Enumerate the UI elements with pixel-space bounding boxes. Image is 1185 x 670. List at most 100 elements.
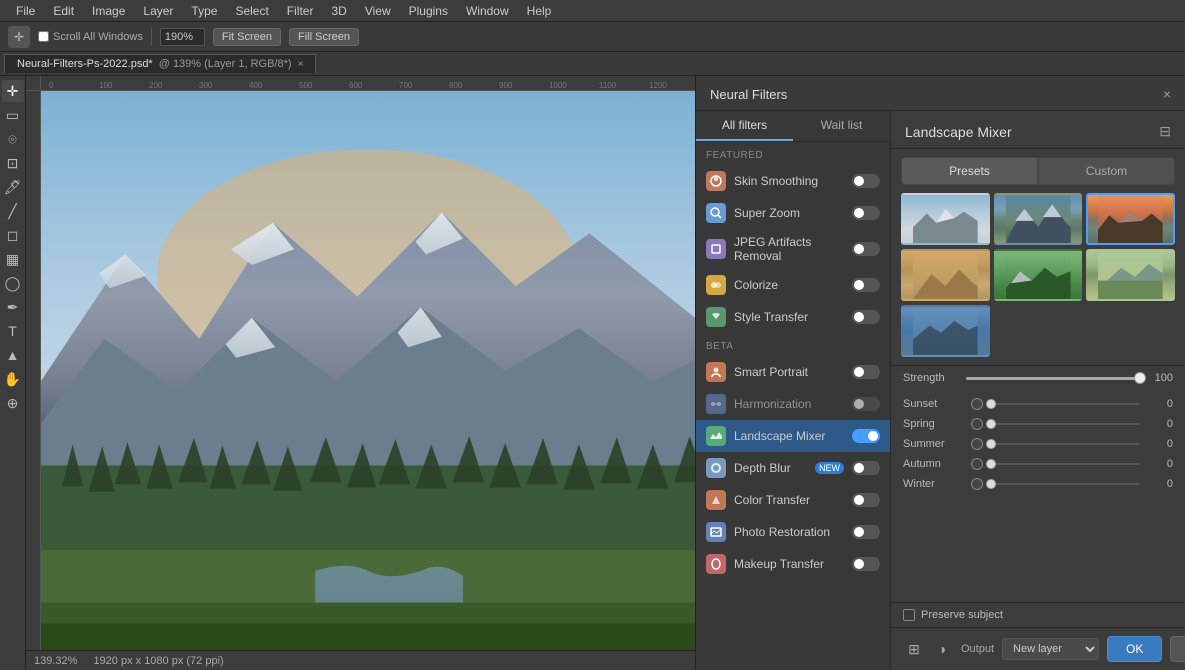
super-zoom-toggle[interactable] — [852, 206, 880, 220]
slider-spring-thumb[interactable] — [986, 419, 996, 429]
slider-winter-track[interactable] — [991, 483, 1140, 485]
document-tab[interactable]: Neural-Filters-Ps-2022.psd* @ 139% (Laye… — [4, 54, 316, 73]
slider-spring-circle[interactable] — [971, 418, 983, 430]
slider-winter-thumb[interactable] — [986, 479, 996, 489]
layers-icon[interactable]: ⊞ — [903, 638, 925, 660]
output-select[interactable]: New layer — [1002, 638, 1099, 660]
slider-sunset-circle[interactable] — [971, 398, 983, 410]
filter-item-colorize[interactable]: Colorize — [696, 269, 890, 301]
tab-wait-list[interactable]: Wait list — [793, 111, 890, 141]
menu-view[interactable]: View — [357, 2, 399, 20]
slider-winter-circle[interactable] — [971, 478, 983, 490]
menu-select[interactable]: Select — [227, 2, 276, 20]
brush-tool[interactable]: ╱ — [2, 200, 24, 222]
gradient-tool[interactable]: ▦ — [2, 248, 24, 270]
slider-summer-track[interactable] — [991, 443, 1140, 445]
eraser-tool[interactable]: ◻ — [2, 224, 24, 246]
neural-filters-close-icon[interactable]: × — [1163, 86, 1171, 102]
preset-snow[interactable] — [901, 193, 990, 245]
style-transfer-toggle[interactable] — [852, 310, 880, 324]
filter-item-color-transfer[interactable]: Color Transfer — [696, 484, 890, 516]
tabbar: Neural-Filters-Ps-2022.psd* @ 139% (Laye… — [0, 52, 1185, 76]
filter-item-photo-restoration[interactable]: Photo Restoration — [696, 516, 890, 548]
filter-item-style-transfer[interactable]: Style Transfer — [696, 301, 890, 333]
slider-sunset-thumb[interactable] — [986, 399, 996, 409]
cancel-button[interactable]: Cancel — [1170, 636, 1185, 662]
slider-summer-thumb[interactable] — [986, 439, 996, 449]
filter-item-makeup-transfer[interactable]: Makeup Transfer — [696, 548, 890, 580]
menu-filter[interactable]: Filter — [279, 2, 322, 20]
preset-sunset[interactable] — [1086, 193, 1175, 245]
photo-restoration-toggle[interactable] — [852, 525, 880, 539]
color-transfer-toggle[interactable] — [852, 493, 880, 507]
ok-button[interactable]: OK — [1107, 636, 1162, 662]
adjustments-icon[interactable]: ◑ — [931, 638, 953, 660]
menu-plugins[interactable]: Plugins — [401, 2, 456, 20]
pen-tool[interactable]: ✒ — [2, 296, 24, 318]
filter-item-depth-blur[interactable]: Depth Blur NEW — [696, 452, 890, 484]
fill-screen-button[interactable]: Fill Screen — [289, 28, 359, 46]
menu-edit[interactable]: Edit — [45, 2, 82, 20]
harmonization-toggle[interactable] — [852, 397, 880, 411]
menu-help[interactable]: Help — [519, 2, 560, 20]
hand-tool[interactable]: ✋ — [2, 368, 24, 390]
jpeg-removal-toggle[interactable] — [852, 242, 880, 256]
eyedropper-tool[interactable]: 🖊 — [2, 176, 24, 198]
zoom-input[interactable] — [160, 28, 205, 46]
menu-file[interactable]: File — [8, 2, 43, 20]
dodge-tool[interactable]: ◯ — [2, 272, 24, 294]
landscape-mixer-toggle[interactable] — [852, 429, 880, 443]
filter-item-super-zoom[interactable]: Super Zoom — [696, 197, 890, 229]
slider-autumn-track[interactable] — [991, 463, 1140, 465]
makeup-transfer-toggle[interactable] — [852, 557, 880, 571]
filter-item-landscape-mixer[interactable]: Landscape Mixer — [696, 420, 890, 452]
filter-item-skin-smoothing[interactable]: Skin Smoothing — [696, 165, 890, 197]
tab-close-icon[interactable]: × — [298, 59, 304, 70]
filter-item-jpeg-removal[interactable]: JPEG Artifacts Removal — [696, 229, 890, 269]
marquee-tool[interactable]: ▭ — [2, 104, 24, 126]
preset-mountains[interactable] — [994, 193, 1083, 245]
harmonization-label: Harmonization — [734, 397, 844, 411]
canvas-view[interactable] — [41, 91, 695, 650]
text-tool[interactable]: T — [2, 320, 24, 342]
preset-plains[interactable] — [1086, 249, 1175, 301]
zoom-tool[interactable]: ⊕ — [2, 392, 24, 414]
canvas-wrapper — [26, 91, 695, 650]
crop-tool[interactable]: ⊡ — [2, 152, 24, 174]
tab-all-filters[interactable]: All filters — [696, 111, 793, 141]
lasso-tool[interactable]: ⌾ — [2, 128, 24, 150]
menu-3d[interactable]: 3D — [323, 2, 354, 20]
scroll-all-windows-checkbox[interactable] — [38, 31, 49, 42]
preserve-subject-checkbox[interactable] — [903, 609, 915, 621]
preset-green[interactable] — [994, 249, 1083, 301]
colorize-toggle[interactable] — [852, 278, 880, 292]
smart-portrait-toggle[interactable] — [852, 365, 880, 379]
filter-item-harmonization[interactable]: Harmonization — [696, 388, 890, 420]
custom-tab[interactable]: Custom — [1038, 157, 1175, 185]
move-tool[interactable]: ✛ — [2, 80, 24, 102]
depth-blur-toggle[interactable] — [852, 461, 880, 475]
slider-sunset-track[interactable] — [991, 403, 1140, 405]
fit-screen-button[interactable]: Fit Screen — [213, 28, 281, 46]
preset-water[interactable] — [901, 305, 990, 357]
menu-layer[interactable]: Layer — [135, 2, 181, 20]
menu-type[interactable]: Type — [183, 2, 225, 20]
settings-expand-icon[interactable]: ⊟ — [1159, 123, 1171, 140]
toolbar-divider — [151, 28, 152, 46]
slider-summer-circle[interactable] — [971, 438, 983, 450]
skin-smoothing-toggle[interactable] — [852, 174, 880, 188]
shape-tool[interactable]: ▲ — [2, 344, 24, 366]
strength-track[interactable] — [966, 377, 1140, 380]
menu-window[interactable]: Window — [458, 2, 517, 20]
strength-thumb[interactable] — [1134, 372, 1146, 384]
slider-spring-track[interactable] — [991, 423, 1140, 425]
presets-tab[interactable]: Presets — [901, 157, 1038, 185]
jpeg-removal-icon — [706, 239, 726, 259]
slider-autumn-thumb[interactable] — [986, 459, 996, 469]
slider-spring-value: 0 — [1148, 418, 1173, 430]
preset-desert[interactable] — [901, 249, 990, 301]
slider-autumn-circle[interactable] — [971, 458, 983, 470]
menu-image[interactable]: Image — [84, 2, 133, 20]
move-tool-icon[interactable]: ✛ — [8, 26, 30, 48]
filter-item-smart-portrait[interactable]: Smart Portrait — [696, 356, 890, 388]
